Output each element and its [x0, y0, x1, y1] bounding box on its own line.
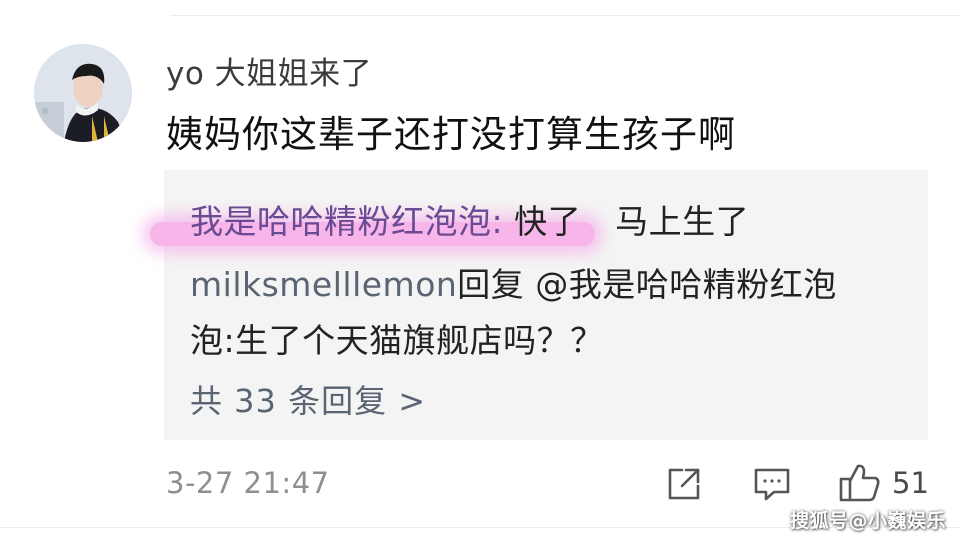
- comment-username[interactable]: yo 大姐姐来了: [166, 48, 372, 93]
- comment-icon[interactable]: [752, 464, 792, 504]
- more-replies-link[interactable]: 共 33 条回复 >: [190, 376, 426, 422]
- comment-timestamp: 3-27 21:47: [166, 466, 330, 500]
- reply-2-author[interactable]: milksmelllemon: [190, 265, 457, 304]
- watermark: 搜狐号@小巍娱乐: [789, 510, 946, 532]
- reply-1: 我是哈哈精粉红泡泡: 快了 马上生了: [190, 195, 749, 243]
- avatar[interactable]: [34, 44, 132, 142]
- share-icon[interactable]: [664, 464, 704, 504]
- like-count: 51: [892, 466, 929, 500]
- reply-1-text-part2: 马上生了: [615, 202, 750, 241]
- reply-2: milksmelllemon回复 @我是哈哈精粉红泡: [190, 258, 837, 306]
- reply-2-text: 回复 @我是哈哈精粉红泡: [457, 265, 837, 304]
- reply-1-author[interactable]: 我是哈哈精粉红泡泡:: [190, 202, 503, 241]
- reply-1-text-part1: 快了: [503, 202, 582, 241]
- comment-text: 姨妈你这辈子还打没打算生孩子啊: [166, 113, 736, 156]
- thumbs-up-icon[interactable]: [838, 460, 882, 504]
- reply-2-text-continued: 泡:生了个天猫旗舰店吗？？: [190, 321, 604, 360]
- top-divider: [170, 15, 960, 16]
- reply-2-continued: 泡:生了个天猫旗舰店吗？？: [190, 314, 604, 362]
